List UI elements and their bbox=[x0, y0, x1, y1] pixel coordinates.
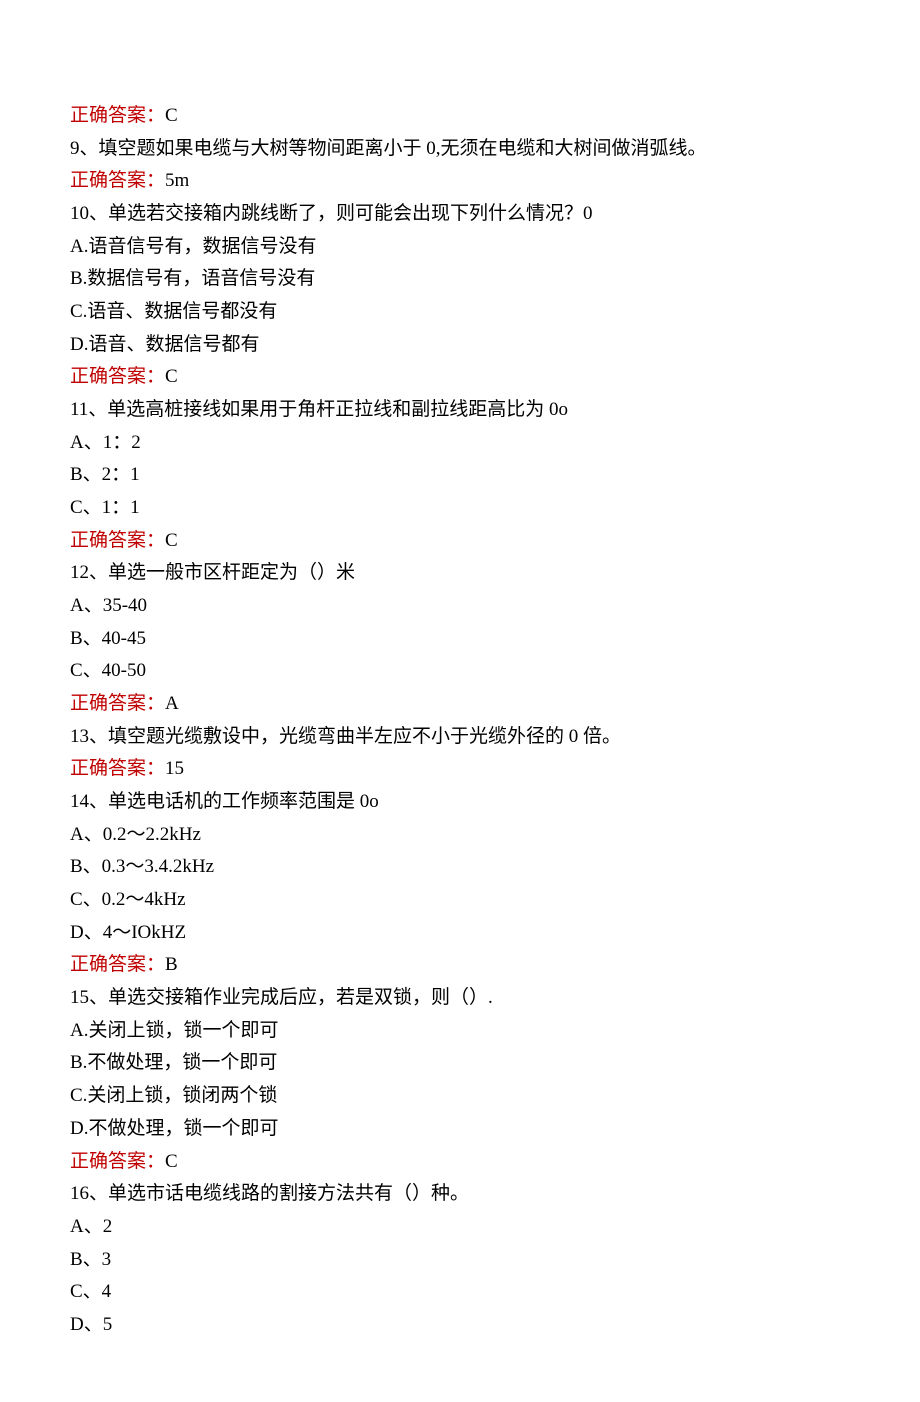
text-line: B、2：1 bbox=[70, 459, 850, 492]
text-line: 正确答案：C bbox=[70, 1146, 850, 1179]
text-content: B bbox=[165, 954, 178, 975]
text-line: 9、填空题如果电缆与大树等物间距离小于 0,无须在电缆和大树间做消弧线。 bbox=[70, 133, 850, 166]
text-line: 正确答案：15 bbox=[70, 753, 850, 786]
text-line: A、35-40 bbox=[70, 590, 850, 623]
text-content: A.关闭上锁，锁一个即可 bbox=[70, 1020, 278, 1041]
text-content: B.数据信号有，语音信号没有 bbox=[70, 268, 315, 289]
text-content: B、3 bbox=[70, 1249, 111, 1270]
text-line: D、5 bbox=[70, 1309, 850, 1342]
text-content: B.不做处理，锁一个即可 bbox=[70, 1052, 277, 1073]
text-line: A、2 bbox=[70, 1211, 850, 1244]
text-content: D、5 bbox=[70, 1314, 112, 1335]
text-line: 12、单选一般市区杆距定为（）米 bbox=[70, 557, 850, 590]
text-line: B.数据信号有，语音信号没有 bbox=[70, 263, 850, 296]
text-content: A、2 bbox=[70, 1216, 112, 1237]
text-line: B、0.3～3.4.2kHz bbox=[70, 851, 850, 884]
text-content: C、4 bbox=[70, 1281, 111, 1302]
text-content: C、40-50 bbox=[70, 660, 146, 681]
text-line: 16、单选市话电缆线路的割接方法共有（）种。 bbox=[70, 1178, 850, 1211]
text-content: C bbox=[165, 366, 178, 387]
text-content: B、40-45 bbox=[70, 628, 146, 649]
text-line: B、3 bbox=[70, 1244, 850, 1277]
answer-label: 正确答案： bbox=[70, 954, 165, 975]
text-content: A、35-40 bbox=[70, 595, 147, 616]
text-content: 15、单选交接箱作业完成后应，若是双锁，则（）. bbox=[70, 987, 493, 1008]
text-line: 14、单选电话机的工作频率范围是 0o bbox=[70, 786, 850, 819]
text-content: B、0.3～3.4.2kHz bbox=[70, 856, 214, 877]
text-content: 12、单选一般市区杆距定为（）米 bbox=[70, 562, 355, 583]
text-content: A.语音信号有，数据信号没有 bbox=[70, 236, 316, 257]
text-content: D.语音、数据信号都有 bbox=[70, 334, 259, 355]
text-content: 15 bbox=[165, 758, 184, 779]
answer-label: 正确答案： bbox=[70, 693, 165, 714]
text-line: D.不做处理，锁一个即可 bbox=[70, 1113, 850, 1146]
text-line: 11、单选高桩接线如果用于角杆正拉线和副拉线距高比为 0o bbox=[70, 394, 850, 427]
text-line: C、0.2～4kHz bbox=[70, 884, 850, 917]
text-line: 10、单选若交接箱内跳线断了，则可能会出现下列什么情况？0 bbox=[70, 198, 850, 231]
text-line: 正确答案：5m bbox=[70, 165, 850, 198]
text-line: 正确答案：C bbox=[70, 100, 850, 133]
answer-label: 正确答案： bbox=[70, 530, 165, 551]
text-content: 9、填空题如果电缆与大树等物间距离小于 0,无须在电缆和大树间做消弧线。 bbox=[70, 138, 707, 159]
text-line: 正确答案：A bbox=[70, 688, 850, 721]
answer-label: 正确答案： bbox=[70, 366, 165, 387]
text-line: C.关闭上锁，锁闭两个锁 bbox=[70, 1080, 850, 1113]
text-content: A、1：2 bbox=[70, 432, 141, 453]
answer-label: 正确答案： bbox=[70, 1151, 165, 1172]
text-line: A、0.2～2.2kHz bbox=[70, 819, 850, 852]
document-body: 正确答案：C9、填空题如果电缆与大树等物间距离小于 0,无须在电缆和大树间做消弧… bbox=[70, 100, 850, 1342]
text-line: B、40-45 bbox=[70, 623, 850, 656]
text-content: C.语音、数据信号都没有 bbox=[70, 301, 277, 322]
text-line: C、4 bbox=[70, 1276, 850, 1309]
text-content: D、4～IOkHZ bbox=[70, 922, 186, 943]
text-content: 13、填空题光缆敷设中，光缆弯曲半左应不小于光缆外径的 0 倍。 bbox=[70, 726, 621, 747]
text-line: 15、单选交接箱作业完成后应，若是双锁，则（）. bbox=[70, 982, 850, 1015]
text-content: C bbox=[165, 530, 178, 551]
text-content: 11、单选高桩接线如果用于角杆正拉线和副拉线距高比为 0o bbox=[70, 399, 568, 420]
text-content: B、2：1 bbox=[70, 464, 140, 485]
text-line: A.关闭上锁，锁一个即可 bbox=[70, 1015, 850, 1048]
text-content: A bbox=[165, 693, 179, 714]
text-line: 正确答案：C bbox=[70, 361, 850, 394]
text-content: 14、单选电话机的工作频率范围是 0o bbox=[70, 791, 379, 812]
answer-label: 正确答案： bbox=[70, 105, 165, 126]
text-content: 5m bbox=[165, 170, 189, 191]
text-content: C bbox=[165, 1151, 178, 1172]
text-line: 正确答案：C bbox=[70, 525, 850, 558]
text-line: 13、填空题光缆敷设中，光缆弯曲半左应不小于光缆外径的 0 倍。 bbox=[70, 721, 850, 754]
text-content: C、1：1 bbox=[70, 497, 140, 518]
text-content: C、0.2～4kHz bbox=[70, 889, 186, 910]
text-line: A、1：2 bbox=[70, 427, 850, 460]
text-line: B.不做处理，锁一个即可 bbox=[70, 1047, 850, 1080]
text-line: C.语音、数据信号都没有 bbox=[70, 296, 850, 329]
text-line: C、1：1 bbox=[70, 492, 850, 525]
text-content: C bbox=[165, 105, 178, 126]
text-line: C、40-50 bbox=[70, 655, 850, 688]
text-line: 正确答案：B bbox=[70, 949, 850, 982]
answer-label: 正确答案： bbox=[70, 170, 165, 191]
text-content: 16、单选市话电缆线路的割接方法共有（）种。 bbox=[70, 1183, 469, 1204]
answer-label: 正确答案： bbox=[70, 758, 165, 779]
text-content: D.不做处理，锁一个即可 bbox=[70, 1118, 278, 1139]
text-content: C.关闭上锁，锁闭两个锁 bbox=[70, 1085, 277, 1106]
text-line: A.语音信号有，数据信号没有 bbox=[70, 231, 850, 264]
text-line: D.语音、数据信号都有 bbox=[70, 329, 850, 362]
text-line: D、4～IOkHZ bbox=[70, 917, 850, 950]
text-content: A、0.2～2.2kHz bbox=[70, 824, 201, 845]
text-content: 10、单选若交接箱内跳线断了，则可能会出现下列什么情况？0 bbox=[70, 203, 593, 224]
